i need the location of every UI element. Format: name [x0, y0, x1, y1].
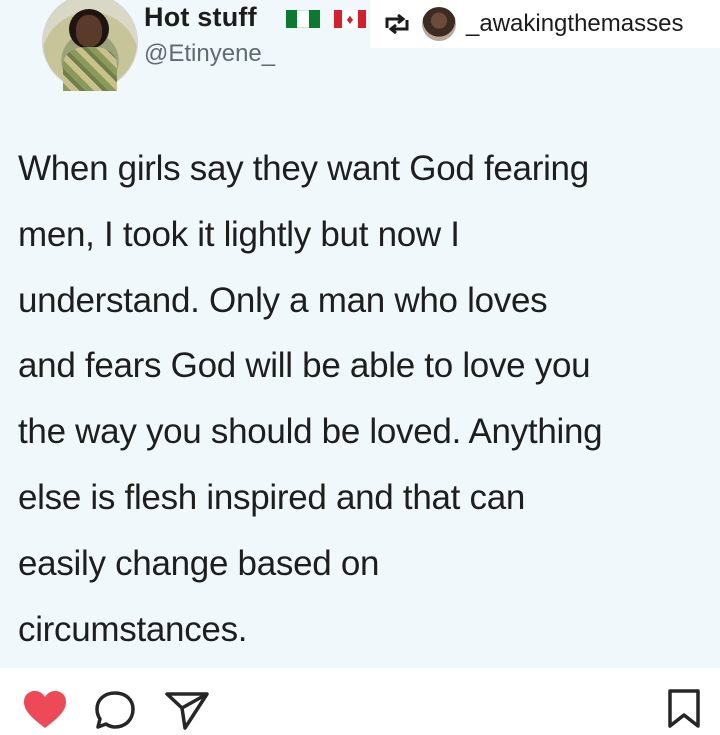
- repost-icon: [384, 13, 410, 35]
- tweet-author-avatar: [42, 0, 138, 91]
- tweet-line: circumstances.: [18, 609, 248, 649]
- heart-icon[interactable]: [22, 690, 68, 735]
- bookmark-icon[interactable]: [666, 688, 702, 733]
- tweet-line: men, I took it lightly but now I: [18, 214, 460, 254]
- tweet-display-name: Hot stuff: [144, 2, 257, 32]
- tweet-line: else is flesh inspired and that can: [18, 477, 526, 517]
- tweet-handle: @Etinyene_: [144, 40, 276, 67]
- tweet-line: understand. Only a man who loves: [18, 280, 548, 320]
- repost-attribution[interactable]: _awakingthemasses: [370, 0, 720, 48]
- comment-icon[interactable]: [93, 690, 137, 735]
- post-action-bar: [0, 668, 720, 730]
- tweet-body: When girls say they want God fearing men…: [18, 136, 718, 662]
- tweet-line: easily change based on: [18, 543, 380, 583]
- avatar-face: [76, 15, 102, 47]
- tweet-line: When girls say they want God fearing: [18, 149, 589, 188]
- repost-user-avatar[interactable]: [422, 7, 456, 41]
- tweet-line: the way you should be loved. Anything: [18, 412, 603, 452]
- tweet-line: and fears God will be able to love you: [18, 346, 591, 386]
- nigeria-flag-icon: [286, 10, 320, 28]
- reposted-tweet-image: Hot stuff ♦ @Etinyene_ _awakingthemasses…: [0, 0, 720, 668]
- avatar-dress: [63, 47, 117, 91]
- canada-flag-icon: ♦: [334, 10, 366, 28]
- repost-username[interactable]: _awakingthemasses: [466, 10, 683, 38]
- share-icon[interactable]: [164, 690, 210, 735]
